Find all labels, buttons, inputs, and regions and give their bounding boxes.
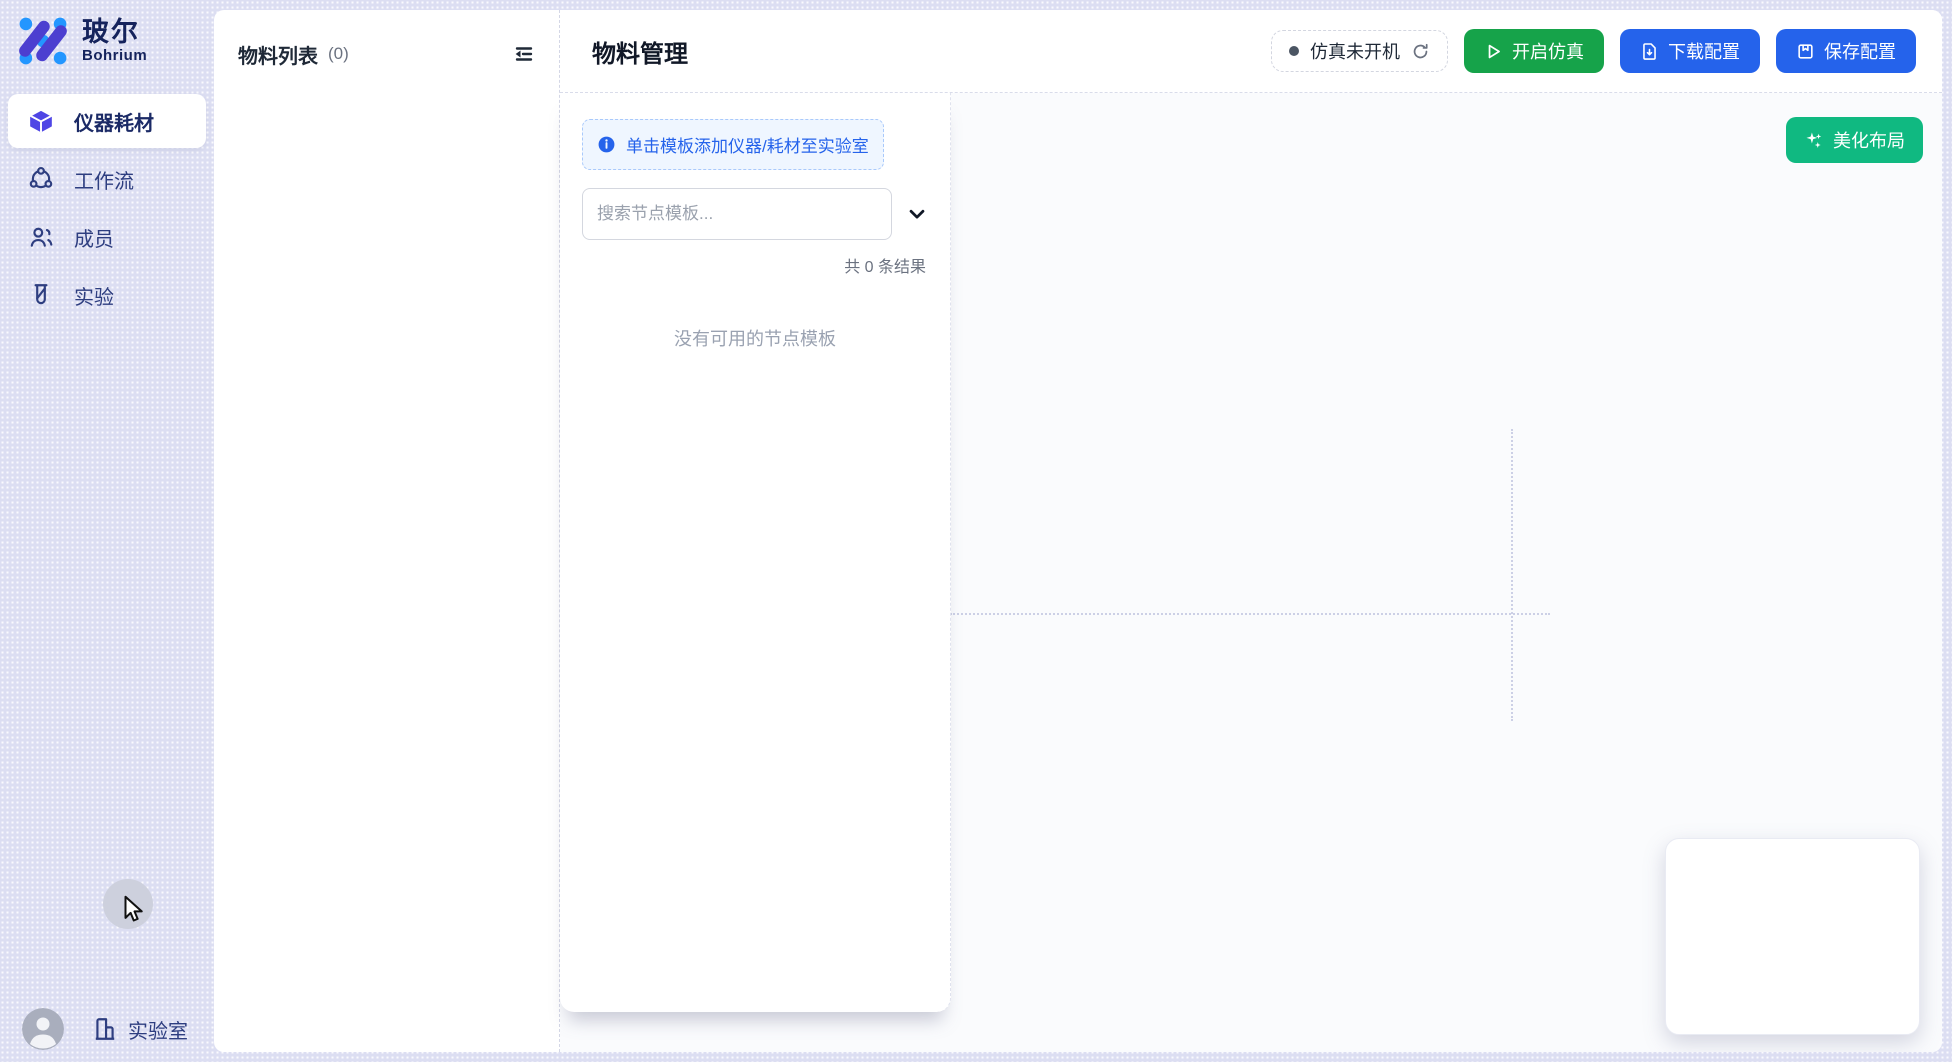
download-config-label: 下载配置 (1668, 38, 1740, 64)
canvas-guide-vertical (1511, 429, 1513, 721)
main-column: 物料管理 仿真未开机 (560, 10, 1942, 1052)
brand-name-en: Bohrium (82, 47, 147, 64)
download-file-icon (1640, 42, 1659, 61)
brand-logo: 玻尔 Bohrium (0, 14, 214, 68)
start-simulation-button[interactable]: 开启仿真 (1464, 29, 1604, 73)
mouse-cursor (119, 894, 149, 924)
page-title: 物料管理 (592, 34, 688, 69)
save-config-label: 保存配置 (1824, 38, 1896, 64)
workflow-icon (28, 166, 54, 192)
sidebar-item-workflow[interactable]: 工作流 (8, 152, 206, 206)
play-icon (1484, 42, 1503, 61)
main-card: 物料列表 (0) 物料管理 仿真未开机 (214, 10, 1942, 1052)
bohrium-logo-icon (16, 14, 70, 68)
page-header: 物料管理 仿真未开机 (560, 10, 1942, 93)
sidebar-item-instruments[interactable]: 仪器耗材 (8, 94, 206, 148)
sidebar-item-label: 工作流 (74, 165, 134, 194)
template-result-count: 共 0 条结果 (582, 253, 928, 277)
header-actions: 仿真未开机 (1271, 29, 1916, 73)
members-icon (28, 224, 54, 250)
template-hint-text: 单击模板添加仪器/耗材至实验室 (626, 132, 869, 157)
template-hint-banner: 单击模板添加仪器/耗材至实验室 (582, 119, 884, 170)
sidebar-item-experiment[interactable]: 实验 (8, 268, 206, 322)
refresh-icon[interactable] (1411, 42, 1430, 61)
beautify-layout-label: 美化布局 (1833, 127, 1905, 153)
brand-text: 玻尔 Bohrium (82, 18, 147, 65)
save-config-button[interactable]: 保存配置 (1776, 29, 1916, 73)
sidebar-item-label: 仪器耗材 (74, 107, 154, 136)
sidebar-item-label: 成员 (74, 223, 114, 252)
material-list-title: 物料列表 (238, 40, 318, 69)
user-avatar-icon[interactable] (22, 1008, 64, 1050)
experiment-icon (28, 282, 54, 308)
sidebar-item-members[interactable]: 成员 (8, 210, 206, 264)
app-root: 玻尔 Bohrium 仪器耗材 (0, 0, 1952, 1062)
lab-entry-label: 实验室 (128, 1015, 188, 1044)
lab-entry[interactable]: 实验室 (92, 1015, 188, 1044)
sidebar-nav: 仪器耗材 工作流 (0, 94, 214, 322)
cube-icon (28, 108, 54, 134)
sparkles-icon (1804, 130, 1824, 150)
flow-canvas[interactable]: 单击模板添加仪器/耗材至实验室 共 0 条结果 没有可用的节点模板 (560, 93, 1942, 1052)
start-simulation-label: 开启仿真 (1512, 38, 1584, 64)
building-icon (92, 1016, 118, 1042)
material-list-count: (0) (328, 44, 349, 64)
collapse-panel-icon[interactable] (509, 39, 539, 69)
beautify-layout-button[interactable]: 美化布局 (1786, 117, 1923, 163)
sidebar-footer: 实验室 (22, 1008, 188, 1050)
template-search-input[interactable] (582, 188, 892, 240)
info-icon (597, 135, 616, 154)
minimap-panel[interactable] (1665, 838, 1920, 1035)
save-icon (1796, 42, 1815, 61)
status-text: 仿真未开机 (1310, 38, 1400, 64)
template-search-row (582, 188, 928, 240)
canvas-guide-horizontal (950, 613, 1550, 615)
status-dot-icon (1289, 46, 1299, 56)
template-panel: 单击模板添加仪器/耗材至实验室 共 0 条结果 没有可用的节点模板 (560, 93, 951, 1012)
template-empty-text: 没有可用的节点模板 (582, 325, 928, 351)
chevron-down-icon[interactable] (906, 203, 928, 225)
download-config-button[interactable]: 下载配置 (1620, 29, 1760, 73)
sidebar-item-label: 实验 (74, 281, 114, 310)
sidebar: 玻尔 Bohrium 仪器耗材 (0, 0, 214, 1062)
brand-name-zh: 玻尔 (82, 18, 147, 48)
material-list-panel: 物料列表 (0) (214, 10, 560, 1052)
simulation-status-pill: 仿真未开机 (1271, 30, 1448, 72)
material-list-header: 物料列表 (0) (238, 10, 539, 98)
